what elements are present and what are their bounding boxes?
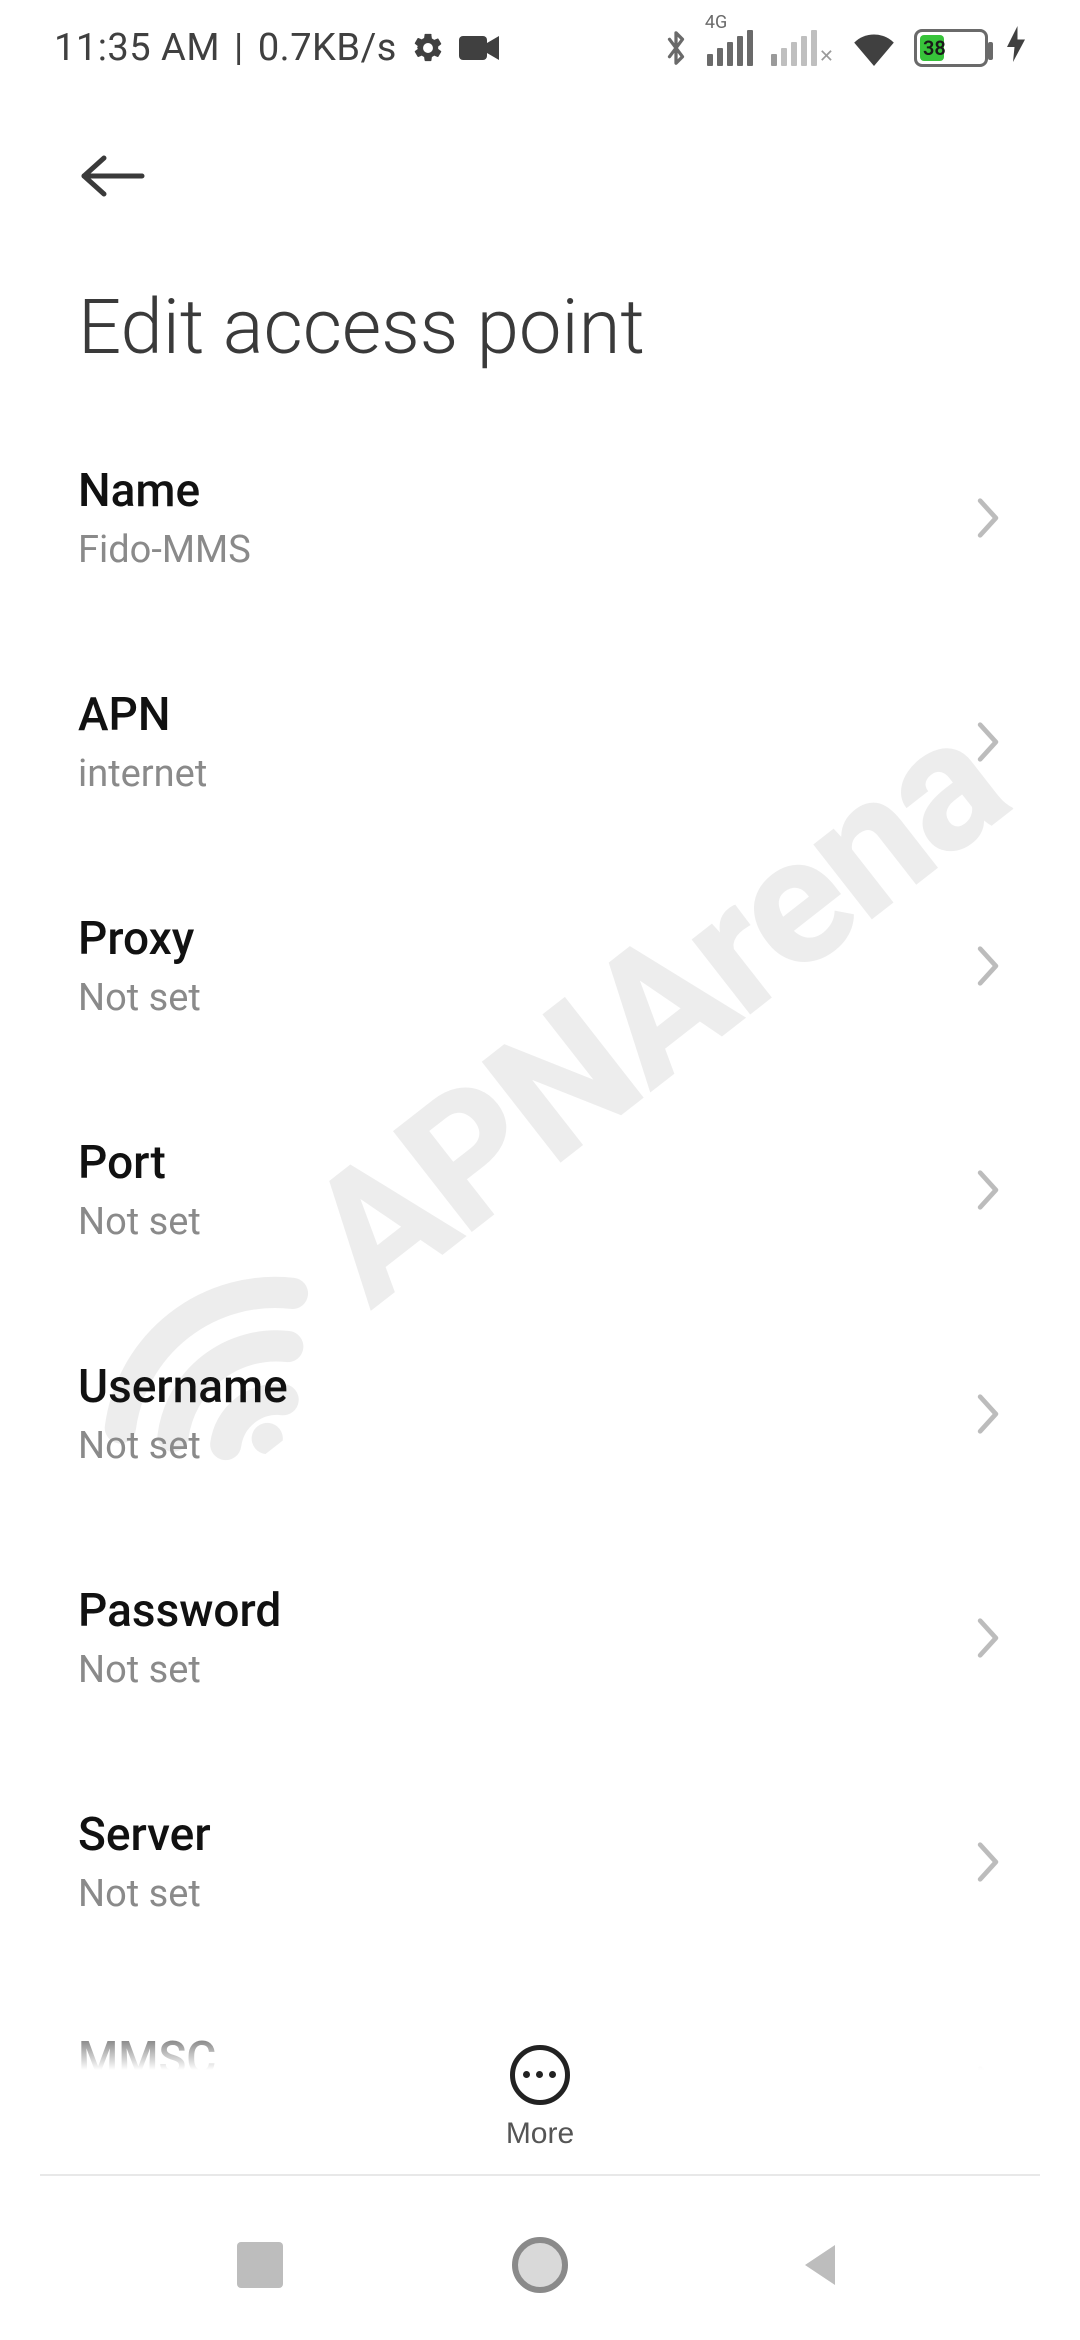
status-net-speed: 0.7KB/s: [258, 26, 397, 70]
row-value: Not set: [78, 1872, 942, 1916]
row-label: APN: [78, 688, 942, 742]
status-separator: |: [234, 26, 244, 70]
bottom-action-bar: More: [0, 2022, 1080, 2172]
row-proxy[interactable]: Proxy Not set: [78, 868, 1002, 1064]
status-left: 11:35 AM | 0.7KB/s: [54, 26, 499, 70]
row-value: Not set: [78, 1424, 942, 1468]
row-password[interactable]: Password Not set: [78, 1540, 1002, 1736]
status-time: 11:35 AM: [54, 26, 220, 70]
square-icon: [237, 2242, 283, 2288]
chevron-right-icon: [974, 944, 1002, 988]
header: Edit access point: [0, 96, 1080, 372]
row-port[interactable]: Port Not set: [78, 1092, 1002, 1288]
gear-icon: [411, 31, 445, 65]
row-value: Not set: [78, 976, 942, 1020]
row-value: Not set: [78, 1200, 942, 1244]
row-label: Proxy: [78, 912, 942, 966]
camera-icon: [459, 34, 499, 62]
more-label: More: [506, 2117, 574, 2151]
signal-disabled-icon: ✕: [819, 48, 834, 66]
bottom-divider: [40, 2174, 1040, 2176]
chevron-right-icon: [974, 1168, 1002, 1212]
wifi-icon: [852, 30, 896, 66]
settings-list: Name Fido-MMS APN internet Proxy Not set…: [0, 420, 1080, 2070]
charging-icon: [1006, 26, 1026, 70]
system-nav-bar: [0, 2190, 1080, 2340]
status-bar: 11:35 AM | 0.7KB/s 4G ✕: [0, 0, 1080, 96]
signal-sim2: ✕: [771, 30, 834, 66]
chevron-right-icon: [974, 1840, 1002, 1884]
battery-indicator: 38: [914, 29, 988, 67]
row-label: Username: [78, 1360, 942, 1414]
more-button[interactable]: More: [506, 2045, 574, 2151]
row-username[interactable]: Username Not set: [78, 1316, 1002, 1512]
row-value: internet: [78, 752, 942, 796]
status-right: 4G ✕ 38: [663, 26, 1026, 70]
row-name[interactable]: Name Fido-MMS: [78, 420, 1002, 616]
nav-back-button[interactable]: [770, 2215, 870, 2315]
row-value: Not set: [78, 1648, 942, 1692]
nav-home-button[interactable]: [490, 2215, 590, 2315]
row-label: Port: [78, 1136, 942, 1190]
bluetooth-icon: [663, 28, 689, 68]
chevron-right-icon: [974, 720, 1002, 764]
signal-4g-label: 4G: [705, 14, 727, 32]
circle-icon: [512, 2237, 568, 2293]
chevron-right-icon: [974, 1392, 1002, 1436]
page-title: Edit access point: [78, 282, 1002, 372]
row-apn[interactable]: APN internet: [78, 644, 1002, 840]
arrow-left-icon: [78, 152, 148, 200]
back-button[interactable]: [78, 136, 158, 216]
nav-recent-button[interactable]: [210, 2215, 310, 2315]
row-server[interactable]: Server Not set: [78, 1764, 1002, 1960]
signal-sim1: 4G: [707, 30, 753, 66]
row-label: Password: [78, 1584, 942, 1638]
triangle-left-icon: [795, 2240, 845, 2290]
more-icon: [510, 2045, 570, 2105]
row-value: Fido-MMS: [78, 528, 942, 572]
battery-percent: 38: [923, 36, 946, 60]
chevron-right-icon: [974, 1616, 1002, 1660]
row-label: Name: [78, 464, 942, 518]
row-label: Server: [78, 1808, 942, 1862]
chevron-right-icon: [974, 496, 1002, 540]
